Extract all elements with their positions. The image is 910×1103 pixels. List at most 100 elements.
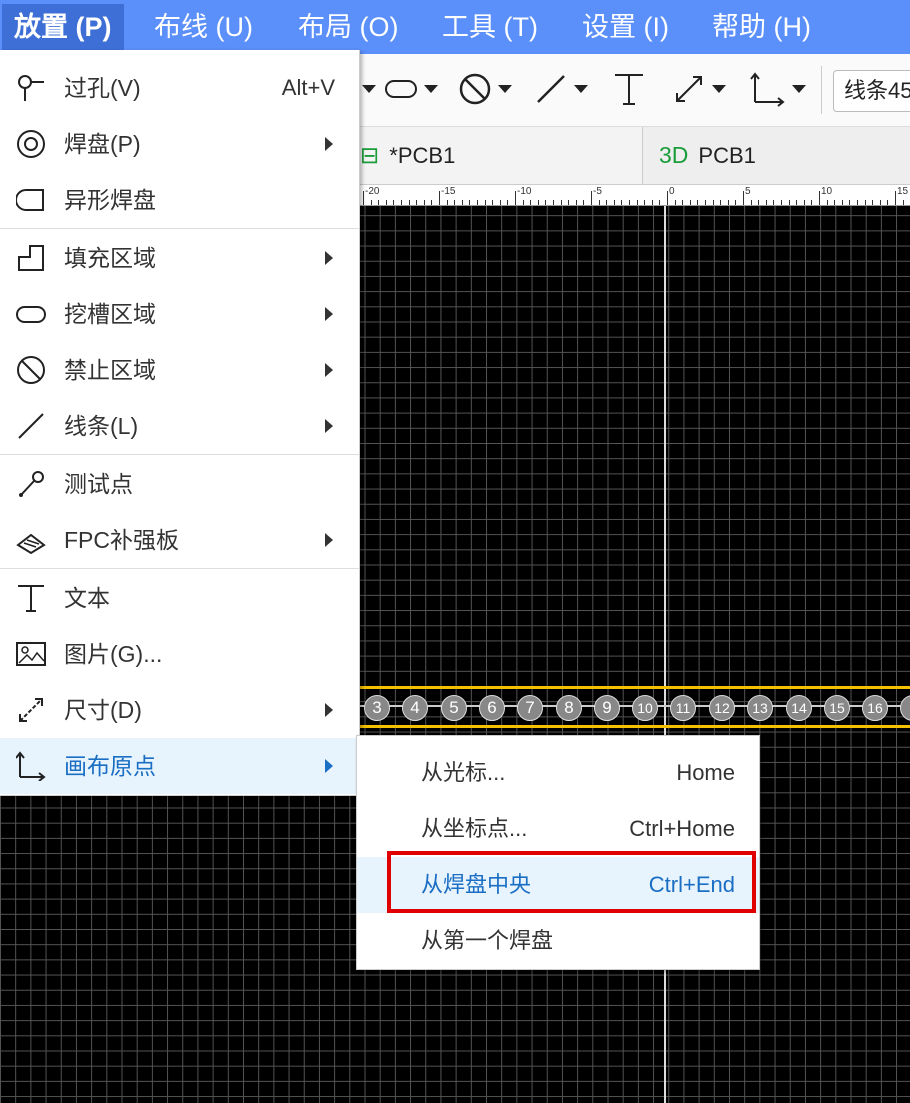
pad-3[interactable]: 3	[364, 695, 390, 721]
fpc-stiffener-icon	[16, 533, 46, 555]
ruler-tick-label: -15	[441, 186, 456, 197]
chevron-down-icon	[792, 85, 806, 93]
ruler-minor-tick	[575, 200, 577, 205]
text-icon	[18, 585, 44, 612]
ruler-minor-tick	[553, 200, 554, 205]
menu-item-label: 尺寸(D)	[64, 697, 142, 723]
menu-item-via[interactable]: 过孔(V) Alt+V	[0, 60, 359, 116]
ruler-minor-tick	[902, 200, 904, 205]
chevron-down-icon	[424, 85, 438, 93]
menu-item-dimension[interactable]: 尺寸(D)	[0, 682, 359, 738]
menu-item-test-point[interactable]: 测试点	[0, 456, 359, 512]
pad-8[interactable]: 8	[556, 695, 582, 721]
ruler-minor-tick	[545, 200, 547, 205]
pad-7[interactable]: 7	[517, 695, 543, 721]
horizontal-ruler: -20 -15 -10 -5 0 5 10 15	[360, 185, 910, 206]
fill-region-icon	[18, 245, 44, 271]
ruler-major-tick	[667, 191, 668, 205]
ruler-minor-tick	[454, 200, 456, 205]
ruler-minor-tick	[887, 200, 889, 205]
ruler-minor-tick	[682, 200, 684, 205]
ruler-minor-tick	[499, 200, 501, 205]
dimension-icon	[676, 76, 702, 102]
ruler-minor-tick	[697, 200, 699, 205]
menu-item-label: 文本	[64, 585, 110, 611]
menu-item-pad[interactable]: 焊盘(P)	[0, 116, 359, 172]
ruler-minor-tick	[477, 200, 478, 205]
submenu-item-label: 从坐标点...	[421, 816, 528, 841]
menu-item-image[interactable]: 图片(G)...	[0, 626, 359, 682]
ruler-minor-tick	[841, 200, 843, 205]
ruler-minor-tick	[636, 200, 638, 205]
menu-item-canvas-origin[interactable]: 画布原点	[0, 738, 359, 794]
test-point-icon	[19, 471, 44, 497]
ruler-tick-label: 10	[821, 186, 833, 197]
line-tool-button[interactable]	[534, 68, 588, 110]
menu-item-special-pad[interactable]: 异形焊盘	[0, 172, 359, 228]
chevron-right-icon	[325, 363, 333, 377]
oval-tool-button[interactable]	[384, 68, 438, 110]
ruler-minor-tick	[606, 200, 608, 205]
tab-label: PCB1	[698, 143, 756, 168]
forbid-tool-button[interactable]	[458, 68, 512, 110]
menu-item-label: 禁止区域	[64, 357, 156, 383]
ruler-minor-tick	[735, 200, 737, 205]
ruler-major-tick	[439, 191, 440, 205]
menu-item-fpc-stiffener[interactable]: FPC补强板	[0, 512, 359, 568]
menu-item-label: 画布原点	[64, 753, 156, 779]
pad-6[interactable]: 6	[479, 695, 505, 721]
pad-14[interactable]: 14	[786, 695, 812, 721]
ruler-minor-tick	[530, 200, 532, 205]
pad-13[interactable]: 13	[747, 695, 773, 721]
toolbar: 线条45	[360, 54, 910, 127]
submenu-item-from-first-pad[interactable]: 从第一个焊盘	[357, 913, 759, 969]
ruler-major-tick	[363, 191, 364, 205]
ruler-minor-tick	[431, 200, 433, 205]
menu-help[interactable]: 帮助 (H)	[700, 0, 823, 54]
menu-item-text[interactable]: 文本	[0, 570, 359, 626]
menu-item-label: 图片(G)...	[64, 641, 163, 667]
text-tool-button[interactable]	[612, 68, 646, 110]
menu-layout[interactable]: 布局 (O)	[286, 0, 411, 54]
pad-4[interactable]: 4	[402, 695, 428, 721]
pad-10[interactable]: 10	[632, 695, 658, 721]
oval-icon	[385, 80, 417, 98]
ruler-minor-tick	[568, 200, 570, 205]
pad-5[interactable]: 5	[441, 695, 467, 721]
pad-11[interactable]: 11	[670, 695, 696, 721]
submenu-item-from-cursor[interactable]: 从光标... Home	[357, 745, 759, 801]
menu-item-keepout-region[interactable]: 禁止区域	[0, 342, 359, 398]
ruler-minor-tick	[644, 200, 646, 205]
menu-settings[interactable]: 设置 (I)	[570, 0, 681, 54]
forbid-icon	[459, 73, 491, 105]
ruler-minor-tick	[803, 200, 805, 205]
slot-region-icon	[16, 306, 46, 323]
origin-tool-button[interactable]	[750, 68, 806, 110]
menu-item-slot-region[interactable]: 挖槽区域	[0, 286, 359, 342]
ruler-minor-tick	[674, 200, 676, 205]
ruler-minor-tick	[781, 200, 782, 205]
pad-12[interactable]: 12	[709, 695, 735, 721]
ruler-minor-tick	[720, 200, 722, 205]
menu-item-label: 挖槽区域	[64, 301, 156, 327]
tab-pcb-editor[interactable]: ⊟ *PCB1	[360, 126, 643, 184]
tab-3d-view[interactable]: 3D PCB1	[643, 126, 910, 184]
submenu-item-from-coordinate[interactable]: 从坐标点... Ctrl+Home	[357, 801, 759, 857]
pad-15[interactable]: 15	[824, 695, 850, 721]
dimension-tool-button[interactable]	[672, 68, 726, 110]
ruler-minor-tick	[507, 200, 509, 205]
menu-route[interactable]: 布线 (U)	[142, 0, 265, 54]
ruler-minor-tick	[826, 200, 828, 205]
pad-16[interactable]: 16	[862, 695, 888, 721]
menu-tools[interactable]: 工具 (T)	[430, 0, 550, 54]
chevron-right-icon	[325, 137, 333, 151]
menu-item-fill-region[interactable]: 填充区域	[0, 230, 359, 286]
menu-place[interactable]: 放置 (P)	[2, 4, 124, 50]
pad-9[interactable]: 9	[594, 695, 620, 721]
ruler-minor-tick	[378, 200, 380, 205]
menu-item-line[interactable]: 线条(L)	[0, 398, 359, 454]
pad-17[interactable]: 1	[900, 695, 910, 721]
line-style-select[interactable]: 线条45	[833, 70, 910, 112]
line-icon	[537, 75, 565, 103]
keepout-region-icon	[17, 356, 45, 384]
